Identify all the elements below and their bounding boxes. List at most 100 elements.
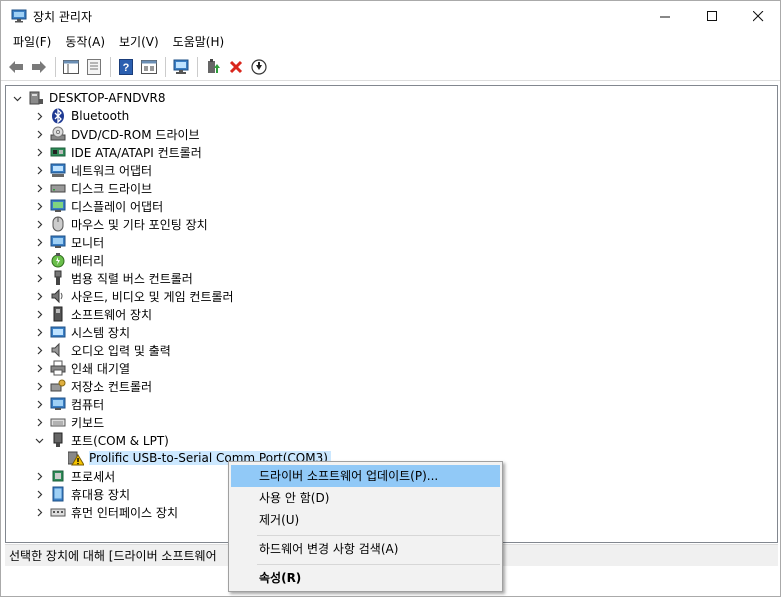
show-hide-tree-button[interactable]: [60, 56, 82, 78]
expand-chevron-icon[interactable]: [34, 179, 44, 197]
close-button[interactable]: [735, 1, 781, 31]
tree-category-item[interactable]: 프로세서: [34, 467, 115, 485]
tree-category-item[interactable]: 휴먼 인터페이스 장치: [34, 503, 178, 521]
svg-text:?: ?: [123, 62, 130, 74]
tree-item-label: 프로세서: [71, 469, 116, 484]
properties-button[interactable]: [83, 56, 105, 78]
disable-menu-item[interactable]: 사용 안 함(D): [231, 487, 500, 509]
tree-category-item[interactable]: 디스크 드라이브: [34, 179, 152, 197]
show-hide-tree-icon: [63, 59, 79, 74]
menu-separator: [257, 564, 500, 565]
tree-item-label: 소프트웨어 장치: [71, 307, 153, 322]
tree-item-label: 범용 직렬 버스 컨트롤러: [71, 271, 193, 286]
tree-category-item[interactable]: 디스플레이 어댑터: [34, 197, 163, 215]
menu-file[interactable]: 파일(F): [7, 32, 57, 52]
expand-chevron-icon[interactable]: [34, 143, 44, 161]
tree-item-label: 인쇄 대기열: [71, 361, 131, 376]
tree-item-label: 포트(COM & LPT): [71, 433, 169, 448]
tree-category-item[interactable]: 소프트웨어 장치: [34, 305, 152, 323]
tree-category-item[interactable]: IDE ATA/ATAPI 컨트롤러: [34, 143, 202, 161]
expand-chevron-icon[interactable]: [34, 233, 44, 251]
tree-item-label: 디스크 드라이브: [71, 181, 153, 196]
help-button[interactable]: ?: [115, 56, 137, 78]
expand-chevron-icon[interactable]: [34, 341, 44, 359]
view-button[interactable]: [138, 56, 160, 78]
tree-category-item[interactable]: 포트(COM & LPT): [34, 431, 169, 449]
tree-category-item[interactable]: 네트워크 어댑터: [34, 161, 152, 179]
scan-hardware-menu-item[interactable]: 하드웨어 변경 사항 검색(A): [231, 538, 500, 560]
expand-chevron-icon[interactable]: [34, 323, 44, 341]
tree-category-item[interactable]: DVD/CD-ROM 드라이브: [34, 125, 200, 143]
expand-chevron-icon[interactable]: [34, 251, 44, 269]
expand-chevron-icon[interactable]: [34, 359, 44, 377]
expand-chevron-icon[interactable]: [34, 485, 44, 503]
tree-category-item[interactable]: 마우스 및 기타 포인팅 장치: [34, 215, 208, 233]
expand-chevron-icon[interactable]: [34, 269, 44, 287]
tree-category-item[interactable]: 인쇄 대기열: [34, 359, 130, 377]
toolbar-separator: [197, 56, 198, 77]
collapse-chevron-icon[interactable]: [12, 89, 22, 107]
tree-category-item[interactable]: 사운드, 비디오 및 게임 컨트롤러: [34, 287, 234, 305]
tree-category-item[interactable]: 휴대용 장치: [34, 485, 130, 503]
processor-icon: [50, 468, 66, 484]
expand-chevron-icon[interactable]: [34, 467, 44, 485]
maximize-icon: [706, 10, 717, 21]
expand-chevron-icon[interactable]: [34, 161, 44, 179]
maximize-button[interactable]: [689, 1, 735, 31]
expand-chevron-icon[interactable]: [34, 503, 44, 521]
tree-category-item[interactable]: 범용 직렬 버스 컨트롤러: [34, 269, 193, 287]
expand-chevron-icon[interactable]: [34, 215, 44, 233]
battery-icon: [50, 252, 66, 268]
tree-item-label: 휴먼 인터페이스 장치: [71, 505, 178, 520]
software-device-icon: [50, 306, 66, 322]
update-driver-button[interactable]: [202, 56, 224, 78]
uninstall-menu-item[interactable]: 제거(U): [231, 509, 500, 531]
tree-item-label: Bluetooth: [71, 109, 130, 123]
minimize-button[interactable]: [642, 1, 688, 31]
system-device-icon: [50, 324, 66, 340]
toolbar-separator: [110, 56, 111, 77]
menu-view[interactable]: 보기(V): [113, 32, 165, 52]
expand-chevron-icon[interactable]: [34, 305, 44, 323]
properties-menu-item[interactable]: 속성(R): [231, 567, 500, 589]
tree-item-label: 저장소 컨트롤러: [71, 379, 153, 394]
monitor-scan-icon: [173, 59, 189, 74]
title-bar[interactable]: 장치 관리자: [1, 1, 780, 31]
expand-chevron-icon[interactable]: [34, 287, 44, 305]
close-icon: [752, 10, 763, 21]
tree-category-item[interactable]: 저장소 컨트롤러: [34, 377, 152, 395]
tree-category-item[interactable]: 배터리: [34, 251, 104, 269]
expand-chevron-icon[interactable]: [34, 413, 44, 431]
back-button[interactable]: [5, 56, 27, 78]
toolbar-separator: [55, 56, 56, 77]
back-arrow-icon: [9, 60, 23, 73]
expand-chevron-icon[interactable]: [34, 107, 44, 125]
menu-help[interactable]: 도움말(H): [167, 32, 231, 52]
warning-icon: [68, 450, 84, 466]
tree-category-item[interactable]: 키보드: [34, 413, 104, 431]
collapse-chevron-icon[interactable]: [34, 431, 44, 449]
tree-category-item[interactable]: 모니터: [34, 233, 104, 251]
tree-category-item[interactable]: 시스템 장치: [34, 323, 130, 341]
uninstall-button[interactable]: [225, 56, 247, 78]
tree-item-label: 사운드, 비디오 및 게임 컨트롤러: [71, 289, 234, 304]
tree-category-item[interactable]: Bluetooth: [34, 107, 129, 125]
update-driver-menu-item[interactable]: 드라이버 소프트웨어 업데이트(P)...: [231, 465, 500, 487]
forward-button[interactable]: [28, 56, 50, 78]
disable-button[interactable]: [248, 56, 270, 78]
expand-chevron-icon[interactable]: [34, 395, 44, 413]
tree-item-label: 컴퓨터: [71, 397, 105, 412]
network-adapter-icon: [50, 162, 66, 178]
scan-hardware-button[interactable]: [170, 56, 192, 78]
expand-chevron-icon[interactable]: [34, 197, 44, 215]
tree-item-label: 마우스 및 기타 포인팅 장치: [71, 217, 208, 232]
portable-device-icon: [50, 486, 66, 502]
tree-category-item[interactable]: 오디오 입력 및 출력: [34, 341, 171, 359]
toolbar-separator: [165, 56, 166, 77]
expand-chevron-icon[interactable]: [34, 125, 44, 143]
tree-root[interactable]: DESKTOP-AFNDVR8: [12, 89, 166, 107]
forward-arrow-icon: [32, 60, 46, 73]
expand-chevron-icon[interactable]: [34, 377, 44, 395]
menu-action[interactable]: 동작(A): [59, 32, 111, 52]
tree-category-item[interactable]: 컴퓨터: [34, 395, 104, 413]
